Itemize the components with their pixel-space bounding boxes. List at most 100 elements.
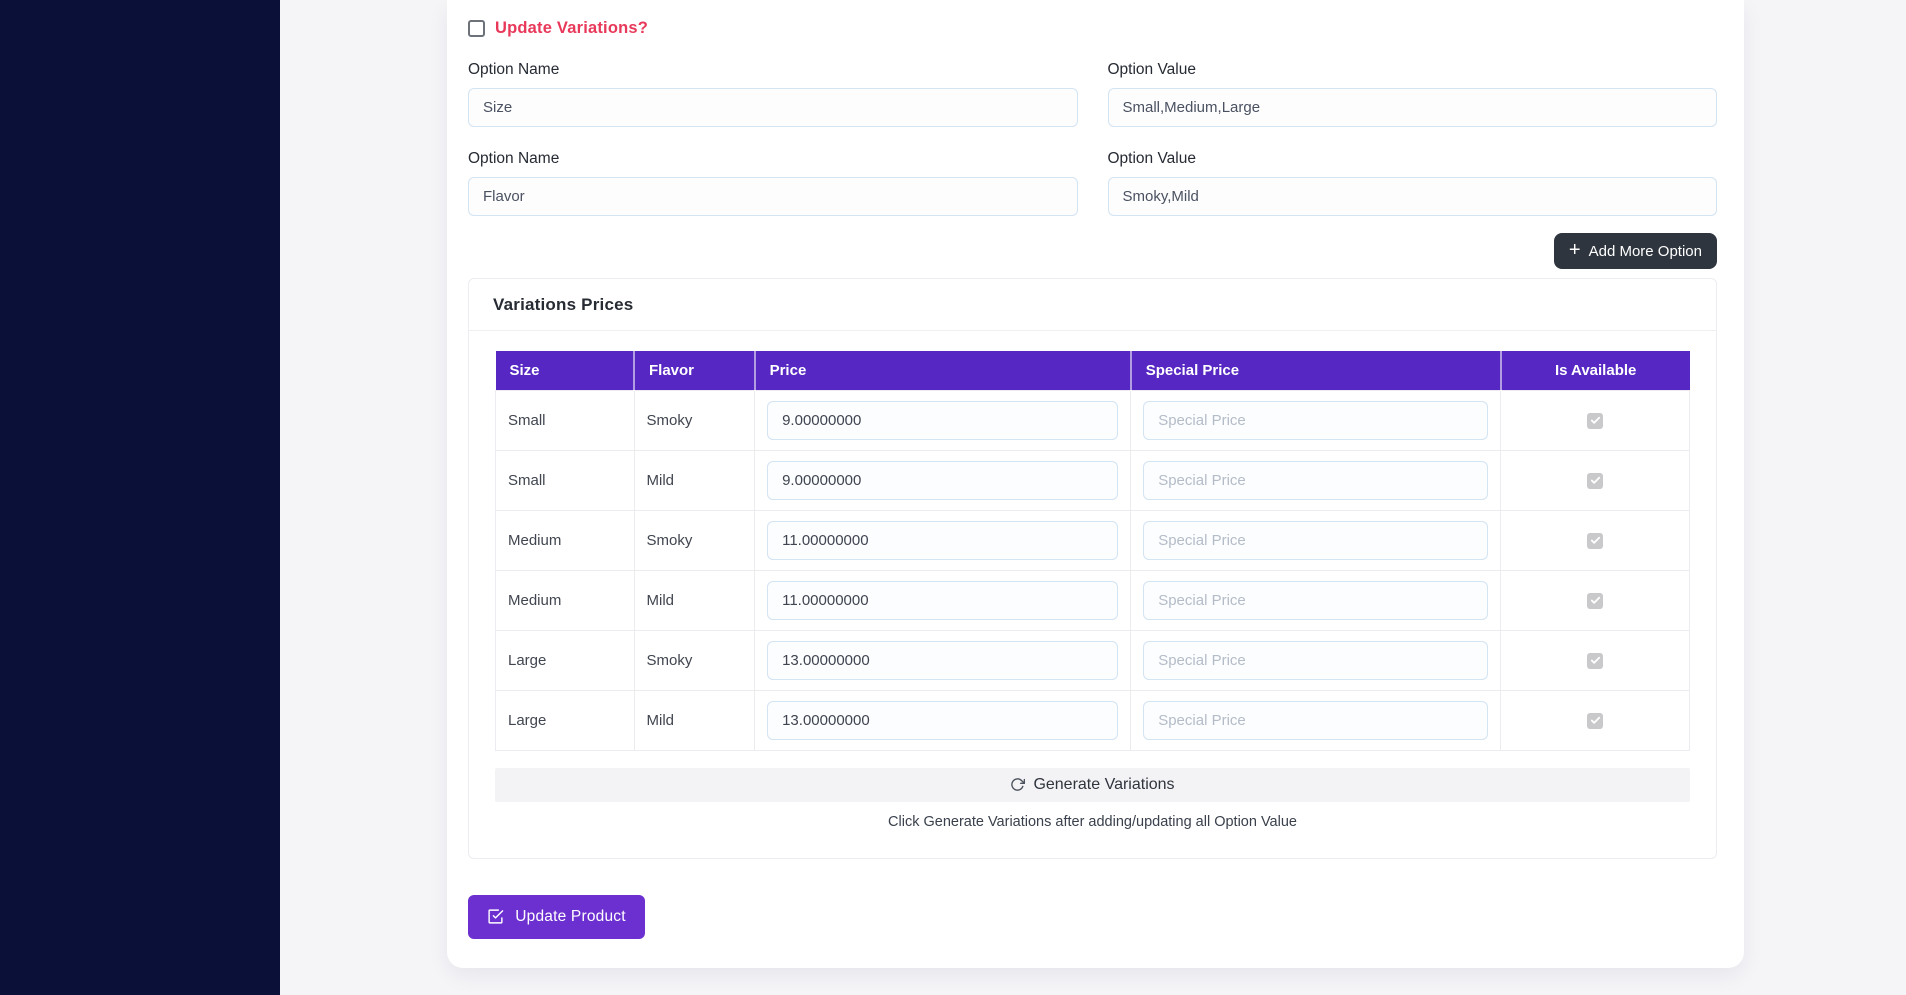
generate-variations-button[interactable]: Generate Variations [495,768,1690,802]
check-icon [1590,715,1601,726]
option-value-field: Option Value [1108,150,1718,216]
header-price: Price [755,351,1131,390]
option-name-label: Option Name [468,150,1078,168]
option-value-input[interactable] [1108,177,1718,216]
price-cell [755,510,1131,570]
special-price-input[interactable] [1143,461,1488,500]
price-cell [755,390,1131,450]
header-is-available: Is Available [1501,351,1690,390]
table-row: Small Smoky [496,390,1690,450]
add-option-row: + Add More Option [468,233,1717,269]
option-value-label: Option Value [1108,150,1718,168]
header-size: Size [496,351,635,390]
is-available-cell [1501,510,1690,570]
variations-card-header: Variations Prices [469,279,1716,331]
plus-icon: + [1569,240,1581,260]
price-input[interactable] [767,461,1118,500]
sync-icon [1010,777,1025,792]
add-more-option-button[interactable]: + Add More Option [1554,233,1717,269]
check-icon [1590,655,1601,666]
header-special-price: Special Price [1131,351,1501,390]
is-available-checkbox [1587,533,1603,549]
table-row: Large Smoky [496,630,1690,690]
check-icon [1590,535,1601,546]
generate-variations-label: Generate Variations [1033,776,1174,794]
size-cell: Large [496,690,635,750]
special-price-input[interactable] [1143,401,1488,440]
table-row: Small Mild [496,450,1690,510]
check-icon [1590,595,1601,606]
size-cell: Large [496,630,635,690]
option-name-field: Option Name [468,61,1078,127]
table-row: Medium Smoky [496,510,1690,570]
special-price-cell [1131,510,1501,570]
special-price-input[interactable] [1143,581,1488,620]
special-price-cell [1131,570,1501,630]
special-price-cell [1131,450,1501,510]
variations-prices-card: Variations Prices Size Flavor Price Spec… [468,278,1717,859]
size-cell: Small [496,390,635,450]
option-name-input[interactable] [468,177,1078,216]
price-cell [755,450,1131,510]
flavor-cell: Smoky [634,630,755,690]
special-price-input[interactable] [1143,521,1488,560]
price-input[interactable] [767,641,1118,680]
option-value-field: Option Value [1108,61,1718,127]
check-square-icon [487,908,504,925]
flavor-cell: Mild [634,690,755,750]
variations-prices-title: Variations Prices [493,295,1692,315]
flavor-cell: Smoky [634,510,755,570]
price-cell [755,690,1131,750]
is-available-cell [1501,570,1690,630]
price-cell [755,570,1131,630]
options-grid: Option Name Option Value Option Name Opt… [468,61,1717,216]
update-variations-label[interactable]: Update Variations? [495,19,648,38]
option-name-field: Option Name [468,150,1078,216]
flavor-cell: Mild [634,450,755,510]
update-product-button[interactable]: Update Product [468,895,645,939]
flavor-cell: Mild [634,570,755,630]
table-row: Large Mild [496,690,1690,750]
main-card: Update Variations? Option Name Option Va… [447,0,1744,968]
special-price-cell [1131,390,1501,450]
is-available-checkbox [1587,713,1603,729]
special-price-cell [1131,630,1501,690]
is-available-cell [1501,450,1690,510]
size-cell: Medium [496,510,635,570]
price-input[interactable] [767,401,1118,440]
header-flavor: Flavor [634,351,755,390]
generate-helper-text: Click Generate Variations after adding/u… [495,814,1690,830]
special-price-cell [1131,690,1501,750]
is-available-checkbox [1587,413,1603,429]
check-icon [1590,475,1601,486]
price-input[interactable] [767,521,1118,560]
special-price-input[interactable] [1143,701,1488,740]
option-name-input[interactable] [468,88,1078,127]
option-name-label: Option Name [468,61,1078,79]
add-more-option-label: Add More Option [1589,243,1702,260]
is-available-checkbox [1587,593,1603,609]
price-input[interactable] [767,581,1118,620]
option-value-label: Option Value [1108,61,1718,79]
special-price-input[interactable] [1143,641,1488,680]
price-input[interactable] [767,701,1118,740]
option-value-input[interactable] [1108,88,1718,127]
update-product-label: Update Product [515,908,626,926]
table-row: Medium Mild [496,570,1690,630]
flavor-cell: Smoky [634,390,755,450]
size-cell: Small [496,450,635,510]
price-cell [755,630,1131,690]
is-available-cell [1501,390,1690,450]
update-variations-checkbox[interactable] [468,20,485,37]
is-available-cell [1501,630,1690,690]
is-available-checkbox [1587,473,1603,489]
variations-table: Size Flavor Price Special Price Is Avail… [495,351,1690,751]
variations-card-body: Size Flavor Price Special Price Is Avail… [469,331,1716,858]
is-available-checkbox [1587,653,1603,669]
update-variations-row: Update Variations? [468,18,1717,38]
check-icon [1590,415,1601,426]
sidebar [0,0,280,995]
is-available-cell [1501,690,1690,750]
table-header-row: Size Flavor Price Special Price Is Avail… [496,351,1690,390]
size-cell: Medium [496,570,635,630]
